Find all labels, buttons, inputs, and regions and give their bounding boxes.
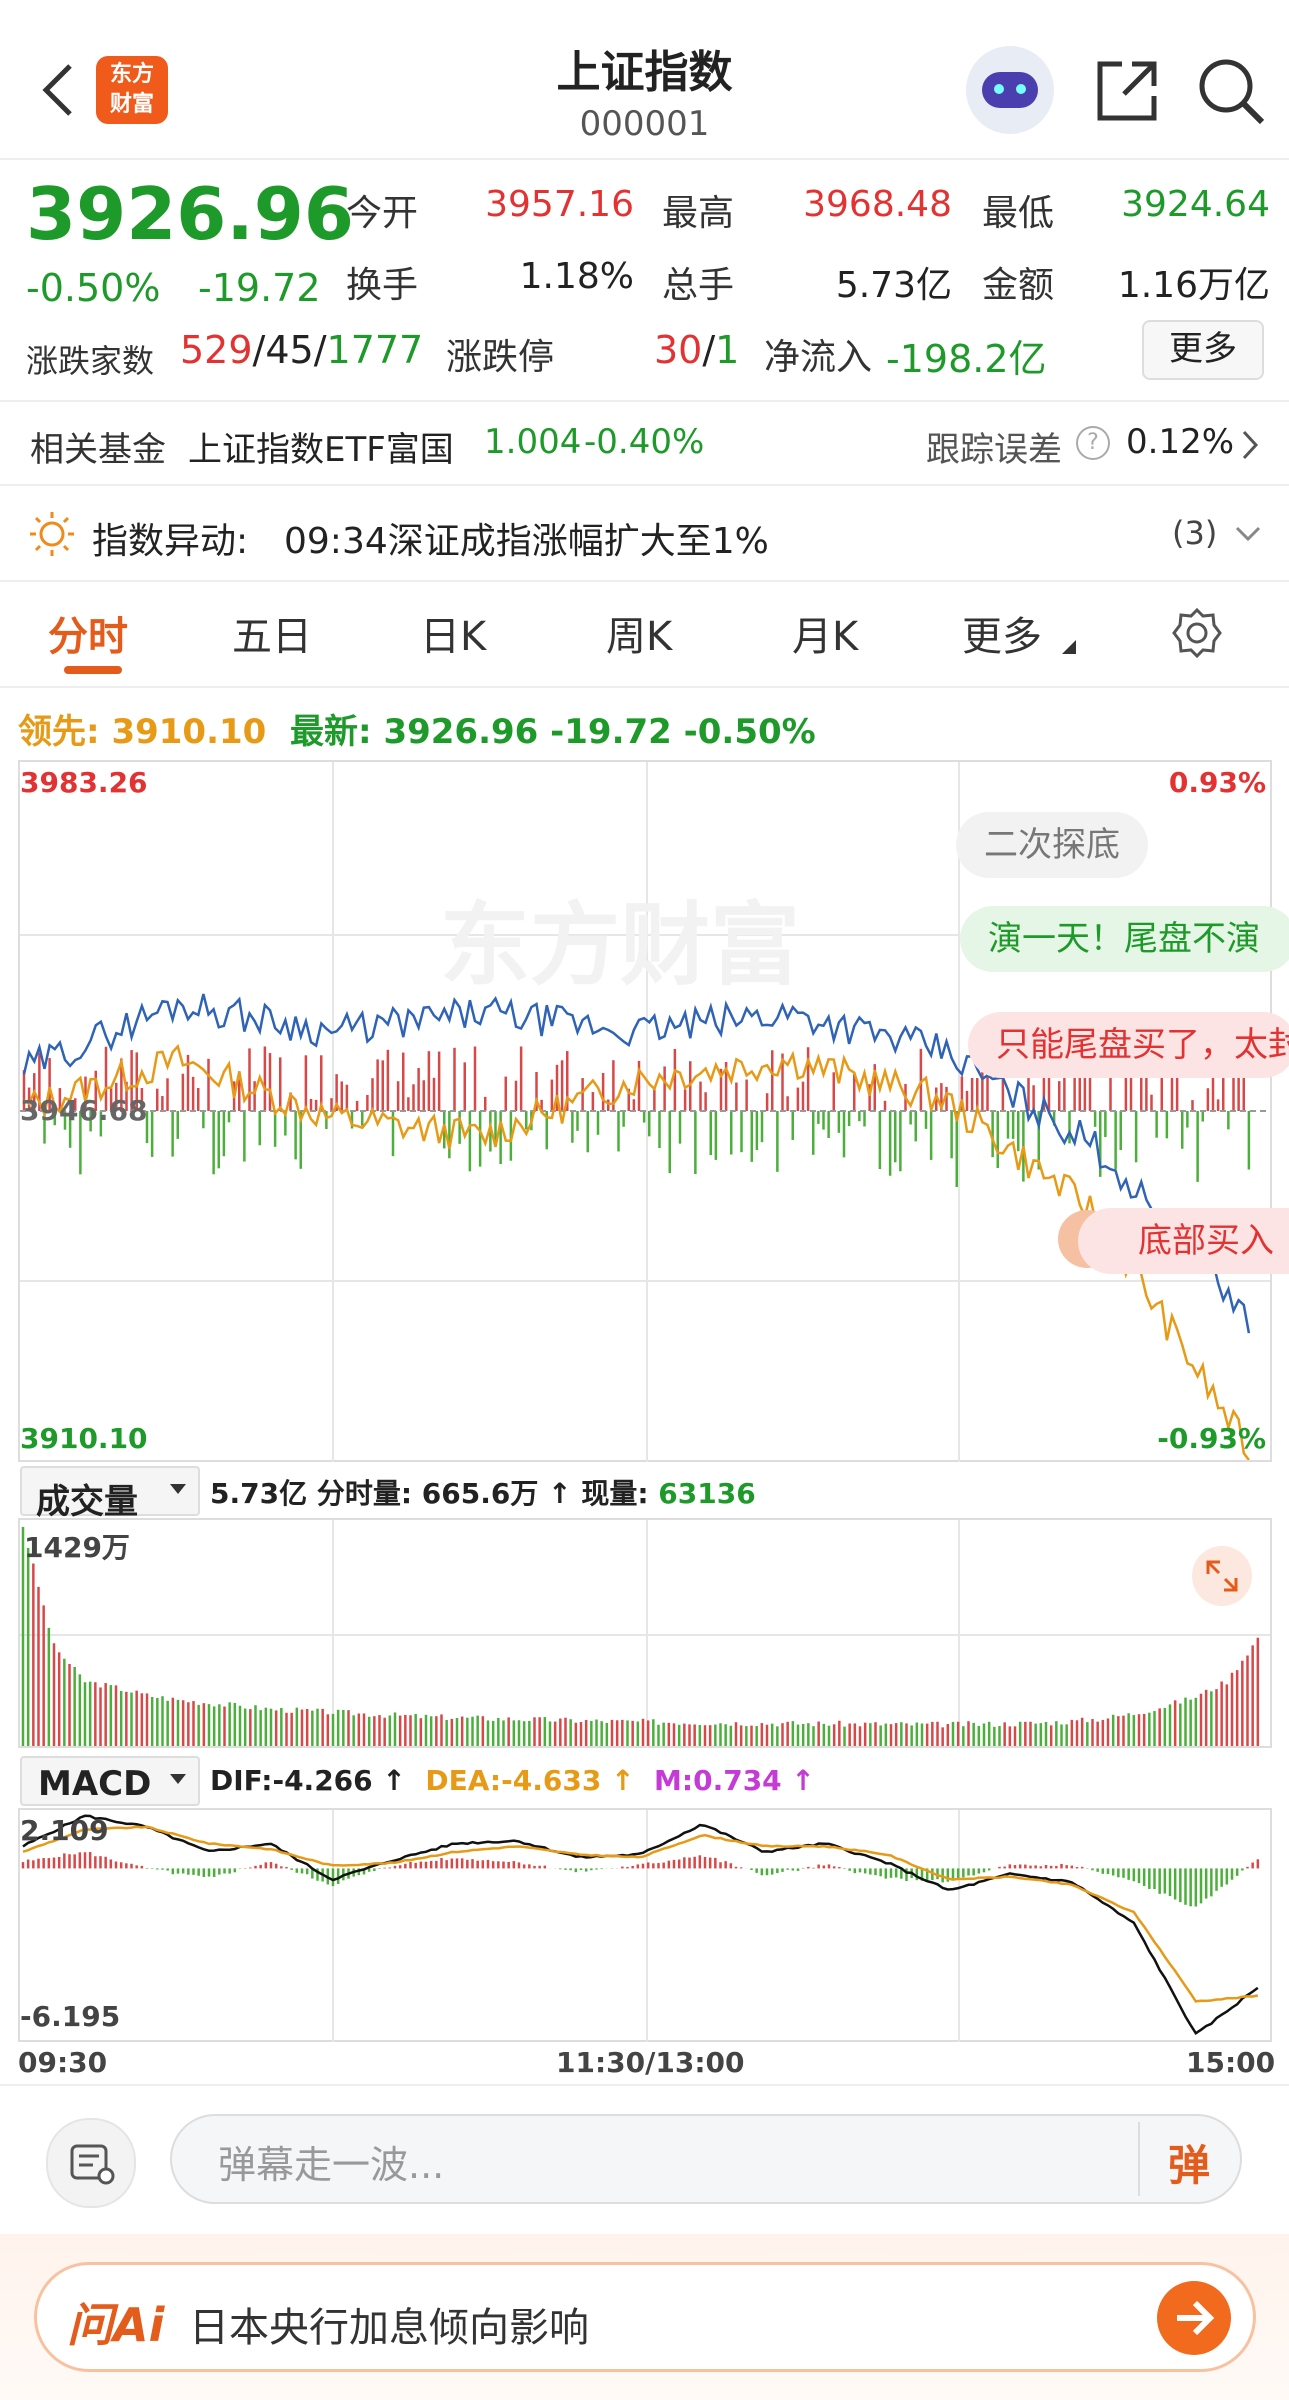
limit-value: 30/1 (654, 328, 740, 372)
tracking-error-value: 0.12% (1126, 422, 1235, 462)
alert-count: (3) (1172, 514, 1218, 552)
divider (0, 686, 1289, 688)
tab-intraday[interactable]: 分时 (48, 604, 128, 662)
lightbulb-icon (30, 512, 74, 556)
divider (0, 484, 1289, 486)
fund-price: 1.004 (484, 422, 582, 462)
tab-monthly-k[interactable]: 月K (792, 604, 858, 662)
ai-brand-logo: 问Ai (67, 2298, 165, 2352)
breadth-value: 529/45/1777 (180, 328, 424, 372)
active-tab-indicator (64, 666, 122, 674)
tab-weekly-k[interactable]: 周K (606, 604, 672, 662)
time-axis-mid: 11:30/13:00 (556, 2046, 745, 2079)
current-price: 3926.96 (26, 172, 354, 256)
alert-text[interactable]: 09:34深证成指涨幅扩大至1% (284, 512, 769, 564)
netflow-label: 净流入 (764, 337, 873, 378)
volume-max-label: 1429万 (24, 1531, 130, 1564)
dropdown-triangle-icon (170, 1774, 186, 1784)
search-icon[interactable] (1196, 56, 1266, 126)
intraday-price-chart[interactable]: 东方财富 3983.26 3946.68 3910.10 0.93% -0.93… (18, 760, 1289, 1462)
ai-query-text: 日本央行加息倾向影响 (189, 2305, 589, 2351)
volume-info: 5.73亿 分时量: 665.6万 ↑ 现量: 63136 (210, 1477, 756, 1510)
time-axis-end: 15:00 (1186, 2046, 1276, 2079)
ai-ask-bar[interactable]: 问Ai 日本央行加息倾向影响 (34, 2262, 1256, 2372)
ai-submit-arrow-icon[interactable] (1157, 2281, 1231, 2355)
macd-bottom-label: -6.195 (20, 2000, 121, 2033)
tracking-error-label: 跟踪误差 (926, 430, 1062, 470)
fund-pct: -0.40% (584, 422, 705, 462)
tab-five-day[interactable]: 五日 (232, 604, 312, 662)
alert-label: 指数异动: (92, 521, 249, 562)
pct-axis-bottom-label: -0.93% (1157, 1422, 1266, 1455)
volume-label: 总手 (662, 265, 735, 306)
low-value: 3924.64 (1121, 184, 1270, 225)
amount-label: 金额 (982, 265, 1055, 306)
turnover-value: 1.18% (519, 256, 634, 297)
help-icon[interactable]: ? (1076, 426, 1110, 460)
danmaku-bubble: 底部买入 (1078, 1208, 1289, 1274)
turnover-label: 换手 (346, 265, 419, 306)
volume-value: 5.73亿 (835, 265, 952, 306)
top-bar: 东方 财富 上证指数 000001 (0, 0, 1289, 160)
danmaku-placeholder: 弹幕走一波... (218, 2143, 445, 2187)
more-quote-button[interactable]: 更多 (1142, 320, 1264, 380)
tab-more[interactable]: 更多 (962, 604, 1042, 662)
macd-top-label: 2.109 (20, 1814, 109, 1847)
breadth-label: 涨跌家数 (26, 342, 155, 380)
expand-icon[interactable] (1192, 1546, 1252, 1606)
time-axis-start: 09:30 (18, 2046, 108, 2079)
danmaku-settings-icon[interactable] (46, 2118, 136, 2208)
change-percent: -0.50% (26, 266, 161, 310)
amount-value: 1.16万亿 (1117, 265, 1270, 306)
volume-chart[interactable]: 1429万 (18, 1518, 1272, 1748)
pct-axis-top-label: 0.93% (1168, 766, 1266, 799)
open-value: 3957.16 (485, 184, 634, 225)
y-axis-mid-label: 3946.68 (20, 1094, 148, 1127)
danmaku-send-button[interactable]: 弹 (1168, 2132, 1210, 2193)
fund-name[interactable]: 上证指数ETF富国 (188, 422, 454, 471)
dif-line (22, 1814, 1259, 2035)
low-label: 最低 (982, 193, 1055, 234)
danmaku-bubble: 演一天！尾盘不演 (960, 906, 1289, 972)
fund-label: 相关基金 (30, 430, 166, 470)
corner-triangle-icon (1062, 640, 1076, 654)
y-axis-top-label: 3983.26 (20, 766, 148, 799)
netflow-value: -198.2亿 (886, 337, 1047, 381)
macd-lines-svg (21, 1814, 1260, 2035)
divider (0, 580, 1289, 582)
danmaku-input[interactable]: 弹幕走一波... 弹 (170, 2114, 1242, 2204)
y-axis-bottom-label: 3910.10 (20, 1422, 148, 1455)
robot-avatar-icon[interactable] (966, 46, 1054, 134)
change-value: -19.72 (198, 266, 321, 310)
divider (0, 2084, 1289, 2086)
danmaku-bubble: 只能尾盘买了，太封 (968, 1012, 1289, 1078)
divider (0, 400, 1289, 402)
high-label: 最高 (662, 193, 735, 234)
macd-chart[interactable]: 2.109 -6.195 (18, 1808, 1272, 2042)
tab-daily-k[interactable]: 日K (420, 604, 486, 662)
chart-legend: 领先: 3910.10 最新: 3926.96 -19.72 -0.50% (18, 712, 816, 752)
high-value: 3968.48 (803, 184, 952, 225)
chevron-down-icon[interactable] (1234, 524, 1262, 544)
danmaku-bubble: 二次探底 (956, 812, 1148, 878)
gear-icon[interactable] (1170, 606, 1224, 660)
macd-legend: DIF:-4.266 ↑ DEA:-4.633 ↑ M:0.734 ↑ (210, 1764, 815, 1797)
dropdown-triangle-icon (170, 1484, 186, 1494)
limit-label: 涨跌停 (446, 337, 555, 378)
chevron-right-icon[interactable] (1240, 428, 1260, 462)
open-label: 今开 (346, 193, 419, 234)
volume-bars-svg (21, 1527, 1260, 1746)
share-icon[interactable] (1094, 58, 1160, 124)
